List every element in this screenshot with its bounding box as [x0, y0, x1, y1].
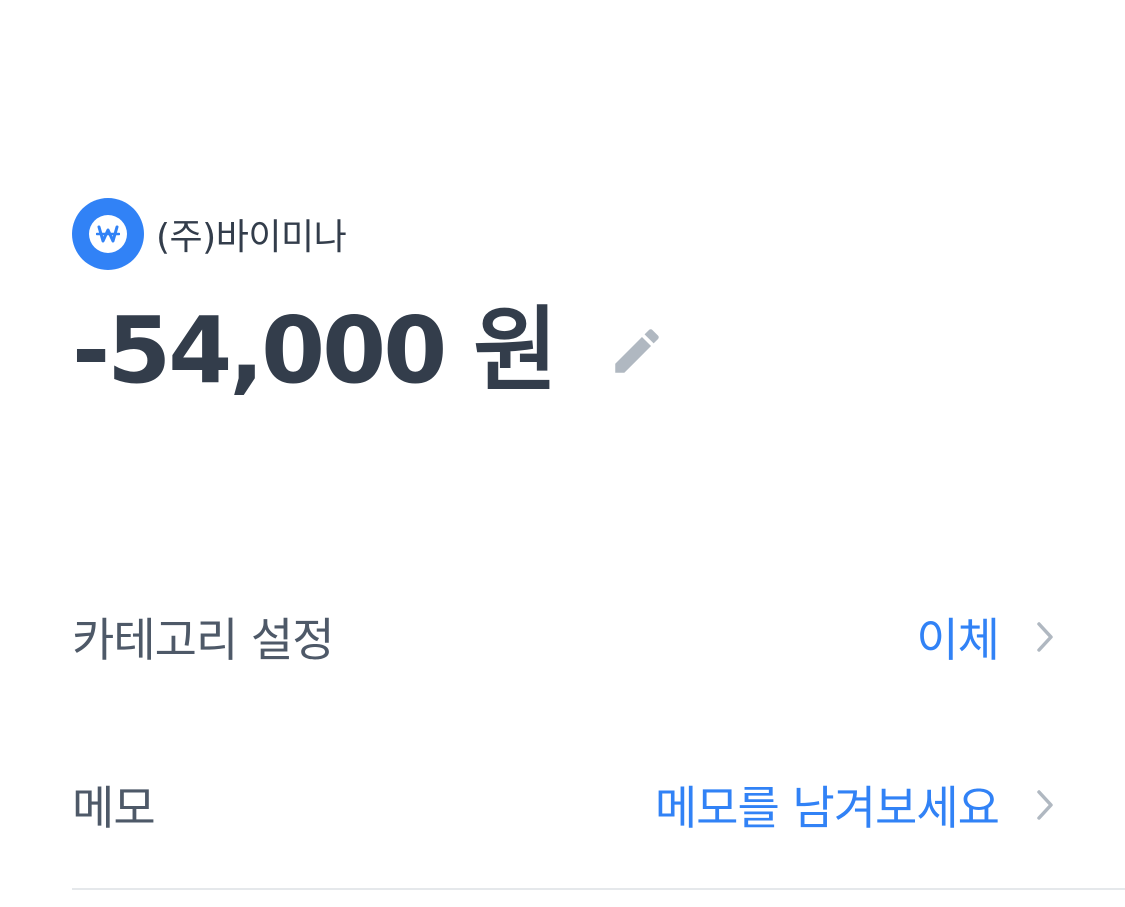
- category-value: 이체: [916, 613, 1000, 667]
- pencil-icon[interactable]: [607, 321, 667, 381]
- won-symbol: [96, 225, 120, 243]
- amount-section: -54,000 원: [72, 296, 667, 406]
- pencil-glyph: [615, 329, 659, 373]
- category-value-group: 이체: [916, 604, 1057, 670]
- won-icon-badge: [89, 215, 127, 253]
- chevron-right-icon: [1033, 617, 1057, 657]
- section-divider: [72, 888, 1125, 890]
- memo-value-group: 메모를 남겨보세요: [655, 772, 1057, 838]
- memo-placeholder: 메모를 남겨보세요: [654, 781, 1000, 835]
- category-setting-row[interactable]: 카테고리 설정 이체: [72, 592, 1057, 682]
- merchant-name: (주)바이미나: [156, 217, 347, 258]
- won-icon: [72, 198, 144, 270]
- chevron-right-icon: [1033, 785, 1057, 825]
- memo-row[interactable]: 메모 메모를 남겨보세요: [72, 760, 1057, 850]
- merchant-header: (주)바이미나: [72, 198, 347, 270]
- transaction-amount: -54,000 원: [72, 297, 558, 404]
- category-label: 카테고리 설정: [72, 613, 335, 667]
- transaction-detail-screen: (주)바이미나 -54,000 원 카테고리 설정 이체 메모 메모를 남겨보세…: [0, 0, 1125, 907]
- memo-label: 메모: [72, 781, 156, 835]
